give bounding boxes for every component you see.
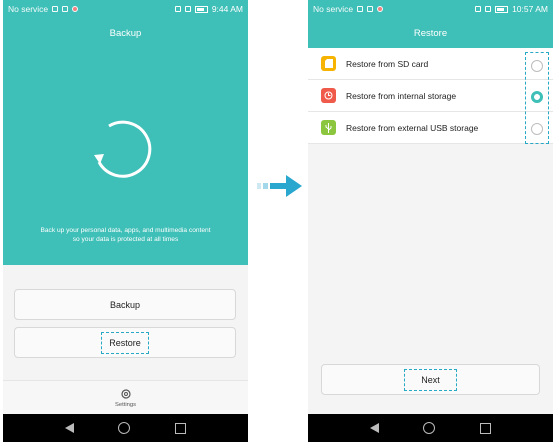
nfc-icon (174, 6, 181, 12)
back-icon[interactable] (370, 423, 380, 433)
home-icon[interactable] (423, 422, 436, 434)
battery-icon (194, 5, 208, 13)
clock-text: 10:57 AM (512, 4, 548, 14)
sd-card-icon (321, 56, 336, 71)
page-title: Restore (308, 18, 553, 48)
carrier-text: No service (313, 4, 354, 14)
radio-group (525, 52, 549, 144)
backup-hero: Back up your personal data, apps, and mu… (3, 48, 248, 265)
alert-icon (377, 6, 384, 12)
restore-button[interactable]: Restore (14, 327, 236, 358)
sim-card-icon (485, 6, 492, 12)
home-icon[interactable] (118, 422, 131, 434)
restore-button-label: Restore (101, 331, 149, 354)
option-label: Restore from external USB storage (346, 122, 479, 133)
sim-icon (367, 6, 374, 12)
nfc-icon (475, 6, 482, 12)
settings-label: Settings (115, 401, 136, 408)
restore-option-sd-card[interactable]: Restore from SD card (308, 48, 553, 80)
flow-arrow-icon (257, 175, 302, 197)
next-button[interactable]: Next (321, 364, 540, 395)
status-bar: No service 10:57 AM (308, 0, 553, 18)
restore-screen: No service 10:57 AM Restore Restore from… (308, 0, 553, 442)
refresh-icon (94, 120, 152, 178)
alert-icon (72, 6, 79, 12)
backup-button[interactable]: Backup (14, 289, 236, 320)
restore-option-internal-storage[interactable]: Restore from internal storage (308, 80, 553, 112)
recent-apps-icon[interactable] (479, 422, 491, 434)
clock-icon (321, 88, 336, 103)
back-icon[interactable] (65, 423, 75, 433)
restore-option-usb-storage[interactable]: Restore from external USB storage (308, 112, 553, 144)
radio-usb-storage[interactable] (531, 123, 543, 135)
sim-icon (62, 6, 69, 12)
page-title: Backup (3, 18, 248, 48)
navigation-bar (308, 414, 553, 442)
recent-apps-icon[interactable] (174, 422, 186, 434)
notification-icon (357, 6, 364, 12)
restore-options-list: Restore from SD card Restore from intern… (308, 48, 553, 144)
radio-sd-card[interactable] (531, 60, 543, 72)
notification-icon (52, 6, 59, 12)
status-bar: No service 9:44 AM (3, 0, 248, 18)
navigation-bar (3, 414, 248, 442)
radio-internal-storage[interactable] (531, 91, 543, 103)
option-label: Restore from SD card (346, 58, 429, 69)
option-label: Restore from internal storage (346, 90, 457, 101)
gear-icon (120, 388, 131, 399)
next-button-label: Next (404, 368, 457, 391)
sim-card-icon (184, 6, 191, 12)
backup-description: Back up your personal data, apps, and mu… (40, 227, 211, 243)
backup-screen: No service 9:44 AM Backup Back up your p… (3, 0, 248, 442)
usb-icon (321, 120, 336, 135)
clock-text: 9:44 AM (211, 4, 243, 14)
battery-icon (495, 5, 509, 13)
settings-button[interactable]: Settings (3, 380, 248, 414)
carrier-text: No service (8, 4, 49, 14)
